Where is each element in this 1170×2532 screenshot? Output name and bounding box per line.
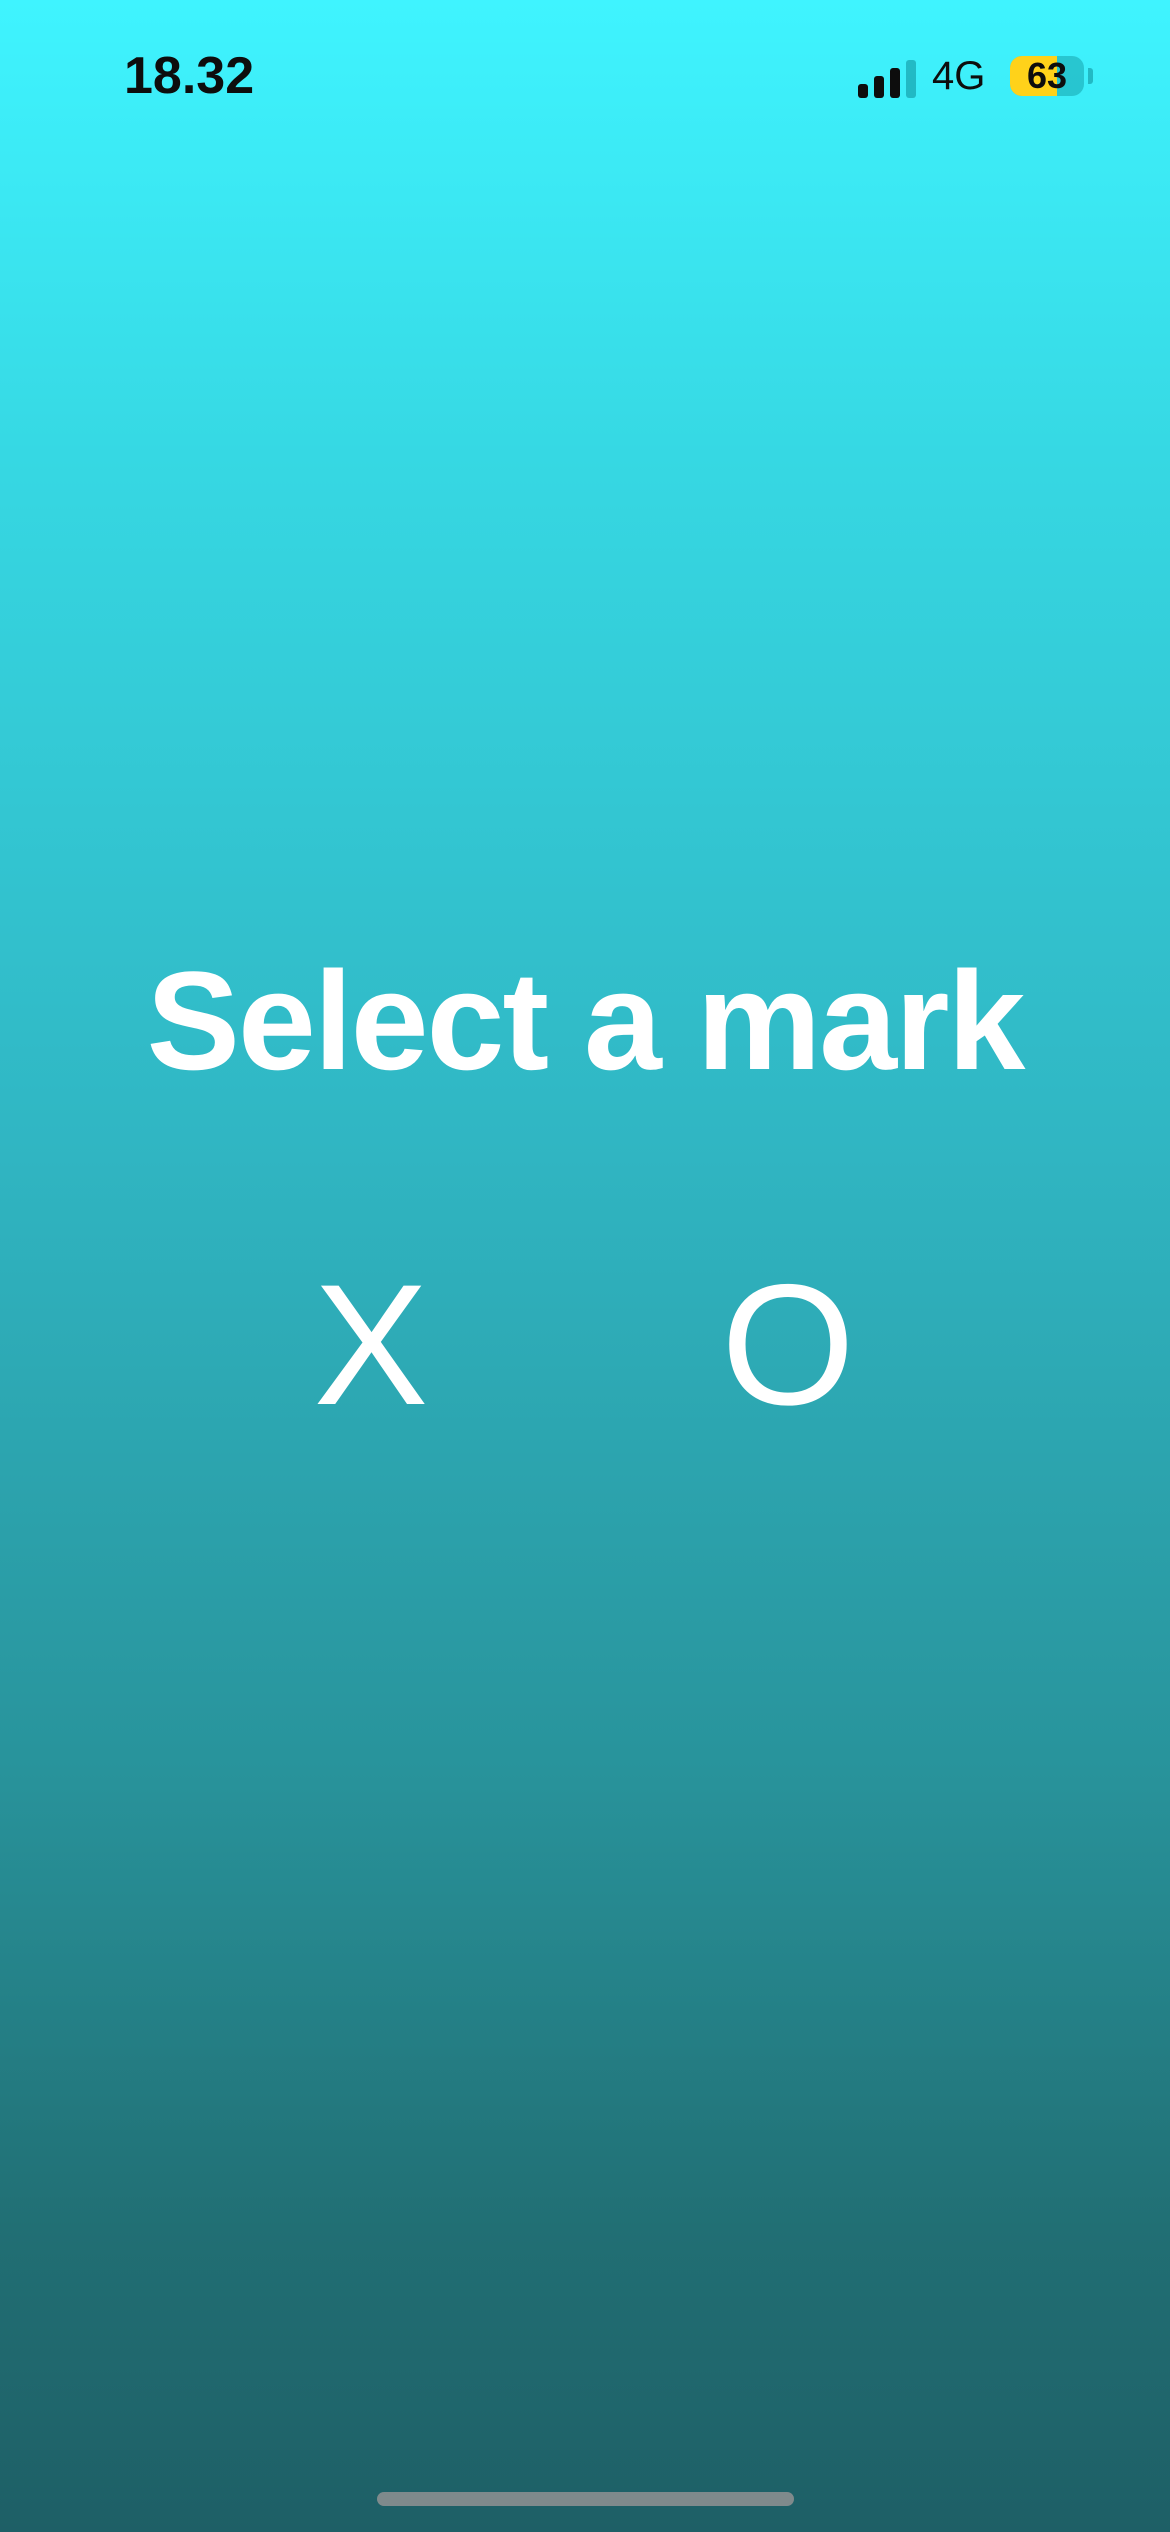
battery-cap xyxy=(1088,68,1093,84)
status-time: 18.32 xyxy=(124,47,255,105)
page-title: Select a mark xyxy=(146,942,1026,1099)
signal-bar-3 xyxy=(890,68,900,98)
status-indicators: 4G 63 xyxy=(852,52,1093,102)
battery-percentage: 63 xyxy=(1026,56,1068,96)
battery-icon: 63 xyxy=(1010,56,1084,96)
signal-bar-2 xyxy=(874,76,884,98)
home-indicator[interactable] xyxy=(377,2492,794,2506)
status-bar: 18.32 4G 63 xyxy=(0,0,1170,150)
select-x-button[interactable]: X xyxy=(271,1255,471,1435)
cellular-signal-icon xyxy=(858,60,916,98)
signal-bar-4 xyxy=(906,60,916,98)
app-screen: 18.32 4G 63 Select a mark X O xyxy=(0,0,1170,2532)
network-type: 4G xyxy=(932,54,986,98)
signal-bar-1 xyxy=(858,84,868,98)
select-o-button[interactable]: O xyxy=(688,1255,888,1435)
